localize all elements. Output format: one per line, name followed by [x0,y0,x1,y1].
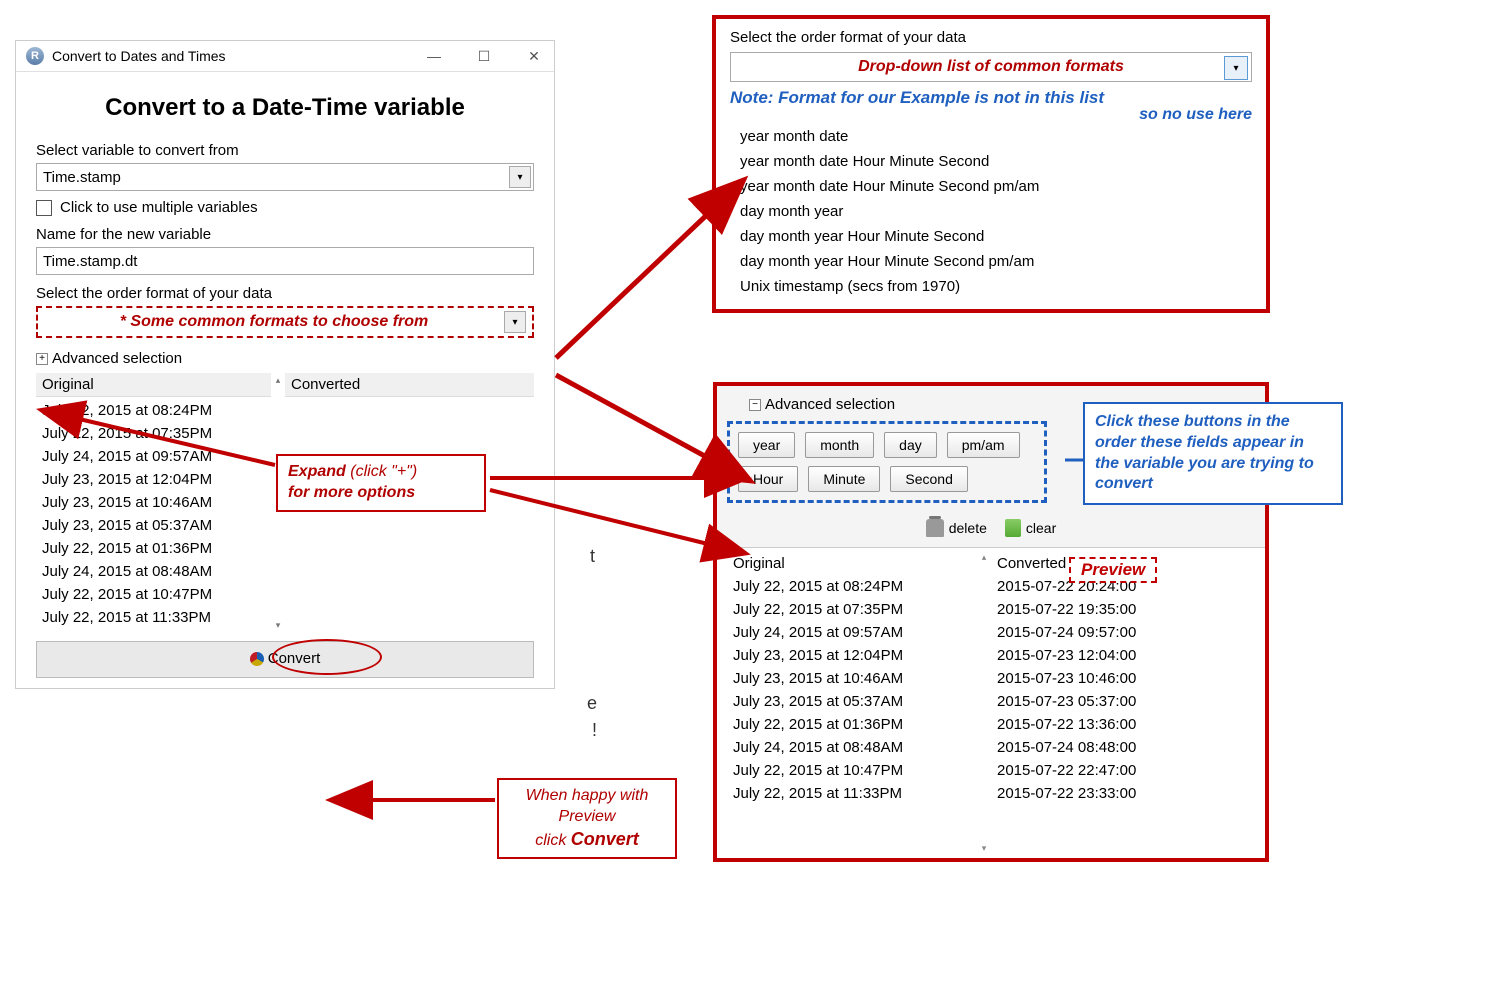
expand-icon[interactable]: + [36,353,48,365]
broom-icon [1005,519,1021,537]
expand-callout: Expand (click "+") for more options [276,454,486,512]
chevron-down-icon[interactable]: ▾ [504,311,526,333]
original-header: Original [36,373,271,397]
dropdown-option[interactable]: day month year Hour Minute Second [730,224,1252,249]
maximize-button[interactable]: ☐ [474,48,494,65]
convert-dialog: R Convert to Dates and Times — ☐ ✕ Conve… [15,40,555,689]
table-row: July 22, 2015 at 11:33PM [727,782,977,805]
trash-icon [926,519,944,537]
token-year[interactable]: year [738,432,795,458]
advanced-toggle[interactable]: + Advanced selection [36,350,534,367]
select-variable-value: Time.stamp [43,169,121,186]
table-row: July 24, 2015 at 08:48AM [727,736,977,759]
advanced-preview-table: Original July 22, 2015 at 08:24PMJuly 22… [717,547,1265,858]
table-row: 2015-07-24 09:57:00 [991,621,1255,644]
table-row: 2015-07-22 13:36:00 [991,713,1255,736]
dropdown-expanded-panel: Select the order format of your data Dro… [712,15,1270,313]
format-label: Select the order format of your data [36,285,534,302]
token-pm-am[interactable]: pm/am [947,432,1020,458]
token-day[interactable]: day [884,432,937,458]
minimize-button[interactable]: — [424,48,444,65]
table-row: July 22, 2015 at 07:35PM [727,598,977,621]
format-dropdown-open[interactable]: Drop-down list of common formats ▾ [730,52,1252,82]
clear-button[interactable]: clear [1005,519,1056,537]
table-row: July 24, 2015 at 09:57AM [36,445,271,468]
collapse-icon[interactable]: − [749,399,761,411]
table-row: 2015-07-23 10:46:00 [991,667,1255,690]
dropdown-option[interactable]: year month date Hour Minute Second [730,149,1252,174]
select-variable-combo[interactable]: Time.stamp ▾ [36,163,534,191]
chevron-down-icon[interactable]: ▾ [1224,56,1248,80]
dropdown-option[interactable]: day month year Hour Minute Second pm/am [730,249,1252,274]
stray-text: e [587,693,597,714]
r-logo-icon: R [26,47,44,65]
table-row: 2015-07-22 19:35:00 [991,598,1255,621]
table-row: July 22, 2015 at 01:36PM [36,537,271,560]
format-combo[interactable]: * Some common formats to choose from ▾ [36,306,534,338]
table-row: July 22, 2015 at 08:24PM [36,399,271,422]
stray-text: t [590,546,595,567]
multiple-vars-checkbox[interactable] [36,200,52,216]
table-row: July 22, 2015 at 08:24PM [727,575,977,598]
multiple-vars-label: Click to use multiple variables [60,199,258,216]
table-row: July 24, 2015 at 09:57AM [727,621,977,644]
blue-callout: Click these buttons in the order these f… [1083,402,1343,505]
table-row: 2015-07-22 22:47:00 [991,759,1255,782]
table-row: July 22, 2015 at 11:33PM [36,606,271,629]
table-row: 2015-07-23 12:04:00 [991,644,1255,667]
select-variable-label: Select variable to convert from [36,142,534,159]
dropdown-label: Select the order format of your data [730,29,1252,46]
token-Hour[interactable]: Hour [738,466,798,492]
table-row: July 23, 2015 at 12:04PM [727,644,977,667]
table-row: July 22, 2015 at 01:36PM [727,713,977,736]
table-row: 2015-07-23 05:37:00 [991,690,1255,713]
window-title: Convert to Dates and Times [52,48,226,64]
table-row: July 23, 2015 at 05:37AM [727,690,977,713]
table-row: July 22, 2015 at 07:35PM [36,422,271,445]
format-placeholder: * Some common formats to choose from [44,313,504,331]
scrollbar[interactable]: ▴▾ [977,552,991,854]
convert-icon [250,652,264,666]
close-button[interactable]: ✕ [524,48,544,65]
dropdown-option[interactable]: year month date Hour Minute Second pm/am [730,174,1252,199]
table-row: July 22, 2015 at 10:47PM [36,583,271,606]
adv-original-header: Original [727,552,977,575]
dropdown-option[interactable]: day month year [730,199,1252,224]
token-Second[interactable]: Second [890,466,967,492]
titlebar: R Convert to Dates and Times — ☐ ✕ [16,41,554,72]
table-row: 2015-07-24 08:48:00 [991,736,1255,759]
table-row: July 24, 2015 at 08:48AM [36,560,271,583]
convert-callout: When happy with Preview click Convert [497,778,677,859]
table-row: 2015-07-22 23:33:00 [991,782,1255,805]
new-variable-label: Name for the new variable [36,226,534,243]
preview-annotation: Preview [1069,557,1157,583]
convert-button[interactable]: Convert [250,650,321,667]
token-Minute[interactable]: Minute [808,466,880,492]
new-variable-input[interactable]: Time.stamp.dt [36,247,534,275]
table-row: July 23, 2015 at 12:04PM [36,468,271,491]
delete-button[interactable]: delete [926,519,987,537]
chevron-down-icon[interactable]: ▾ [509,166,531,188]
table-row: July 23, 2015 at 10:46AM [727,667,977,690]
table-row: July 22, 2015 at 10:47PM [727,759,977,782]
converted-header: Converted [285,373,534,397]
token-buttons-area: year month day pm/am Hour Minute Second [727,421,1047,503]
dropdown-option[interactable]: Unix timestamp (secs from 1970) [730,274,1252,299]
token-month[interactable]: month [805,432,874,458]
annotation-note: Note: Format for our Example is not in t… [730,88,1252,108]
stray-text: ! [592,720,597,741]
dropdown-option[interactable]: year month date [730,124,1252,149]
convert-bar: Convert [36,641,534,678]
annotation-note-2: so no use here [730,106,1252,124]
table-row: July 23, 2015 at 10:46AM [36,491,271,514]
table-row: July 23, 2015 at 05:37AM [36,514,271,537]
dialog-heading: Convert to a Date-Time variable [36,94,534,122]
